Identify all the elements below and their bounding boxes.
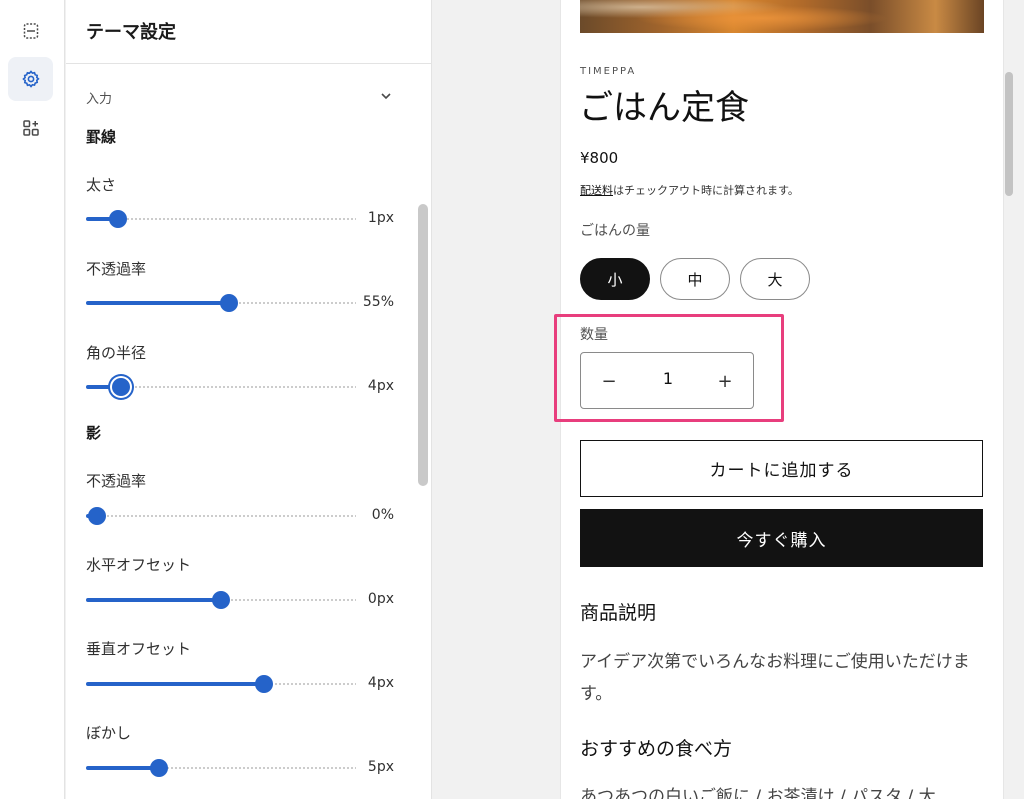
setting-label-thickness: 太さ <box>86 176 117 194</box>
variant-option-medium[interactable]: 中 <box>660 258 730 300</box>
setting-label-horizontal-offset: 水平オフセット <box>86 556 192 574</box>
setting-label-corner-radius: 角の半径 <box>86 344 147 362</box>
description-text: アイデア次第でいろんなお料理にご使用いただけます。 <box>580 652 970 704</box>
sections-icon <box>23 23 38 39</box>
border-opacity-slider[interactable] <box>86 293 356 313</box>
thickness-value: 1px <box>367 210 394 226</box>
quantity-stepper[interactable]: − 1 + <box>580 352 754 409</box>
shadow-opacity-slider[interactable] <box>86 506 356 526</box>
setting-label-border-opacity: 不透過率 <box>86 260 147 278</box>
settings-gear-icon <box>21 70 40 88</box>
shadow-group-heading: 影 <box>86 424 102 442</box>
slider-track <box>86 515 356 517</box>
blur-slider[interactable] <box>86 758 356 778</box>
setting-label-vertical-offset: 垂直オフセット <box>86 640 192 658</box>
preview-scrollbar[interactable] <box>1005 72 1013 196</box>
horizontal-offset-value: 0px <box>367 591 394 607</box>
product-price: ¥800 <box>580 149 619 167</box>
slider-fill <box>86 682 264 686</box>
storefront-preview: TIMEPPA ごはん定食 ¥800 配送料はチェックアウト時に計算されます。 … <box>433 0 1024 799</box>
buy-now-button[interactable]: 今すぐ購入 <box>580 509 983 567</box>
slider-thumb[interactable] <box>112 378 130 396</box>
slider-thumb[interactable] <box>109 210 127 228</box>
blur-value: 5px <box>367 759 394 775</box>
vertical-offset-value: 4px <box>367 675 394 691</box>
chevron-down-icon[interactable] <box>378 88 394 104</box>
product-page: TIMEPPA ごはん定食 ¥800 配送料はチェックアウト時に計算されます。 … <box>554 0 1003 799</box>
section-label-input[interactable]: 入力 <box>86 88 112 107</box>
slider-thumb[interactable] <box>212 591 230 609</box>
setting-label-shadow-opacity: 不透過率 <box>86 472 147 490</box>
quantity-value[interactable]: 1 <box>651 369 685 388</box>
apps-add-icon <box>22 120 39 136</box>
slider-thumb[interactable] <box>220 294 238 312</box>
slider-fill <box>86 301 229 305</box>
howto-text: あつあつの白いご飯に / お茶漬け / パスタ / 大 <box>580 787 936 799</box>
product-image <box>580 0 984 33</box>
corner-radius-slider[interactable] <box>86 377 356 397</box>
horizontal-offset-slider[interactable] <box>86 590 356 610</box>
add-to-cart-button[interactable]: カートに追加する <box>580 440 983 497</box>
slider-fill <box>86 766 159 770</box>
vertical-offset-slider[interactable] <box>86 674 356 694</box>
corner-radius-value: 4px <box>367 378 394 394</box>
shipping-link[interactable]: 配送料 <box>580 184 613 197</box>
slider-fill <box>86 598 221 602</box>
sections-button[interactable] <box>8 9 53 53</box>
theme-settings-button[interactable] <box>8 57 53 101</box>
variant-label: ごはんの量 <box>580 223 650 239</box>
thickness-slider[interactable] <box>86 209 356 229</box>
slider-thumb[interactable] <box>255 675 273 693</box>
panel-title: テーマ設定 <box>86 22 176 43</box>
slider-thumb[interactable] <box>88 507 106 525</box>
panel-scrollbar[interactable] <box>418 204 428 486</box>
quantity-label: 数量 <box>580 327 608 343</box>
shadow-opacity-value: 0% <box>371 507 394 523</box>
variant-option-small[interactable]: 小 <box>580 258 650 300</box>
shipping-note-text: はチェックアウト時に計算されます。 <box>613 184 799 197</box>
shipping-note: 配送料はチェックアウト時に計算されます。 <box>580 182 799 198</box>
minus-icon[interactable]: − <box>599 371 619 392</box>
product-title: ごはん定食 <box>579 88 749 128</box>
border-group-heading: 罫線 <box>86 128 117 146</box>
description-heading: 商品説明 <box>580 602 657 624</box>
icon-rail <box>0 0 65 799</box>
product-vendor: TIMEPPA <box>580 66 637 77</box>
plus-icon[interactable]: + <box>715 371 735 392</box>
apps-button[interactable] <box>8 106 53 150</box>
slider-thumb[interactable] <box>150 759 168 777</box>
border-opacity-value: 55% <box>362 294 394 310</box>
howto-heading: おすすめの食べ方 <box>580 738 733 760</box>
panel-header: テーマ設定 <box>66 0 431 64</box>
theme-settings-panel: テーマ設定 入力 罫線 太さ 1px 不透過率 55% 角の半径 4px 影 不… <box>66 0 432 799</box>
setting-label-blur: ぼかし <box>86 724 132 742</box>
variant-option-large[interactable]: 大 <box>740 258 810 300</box>
